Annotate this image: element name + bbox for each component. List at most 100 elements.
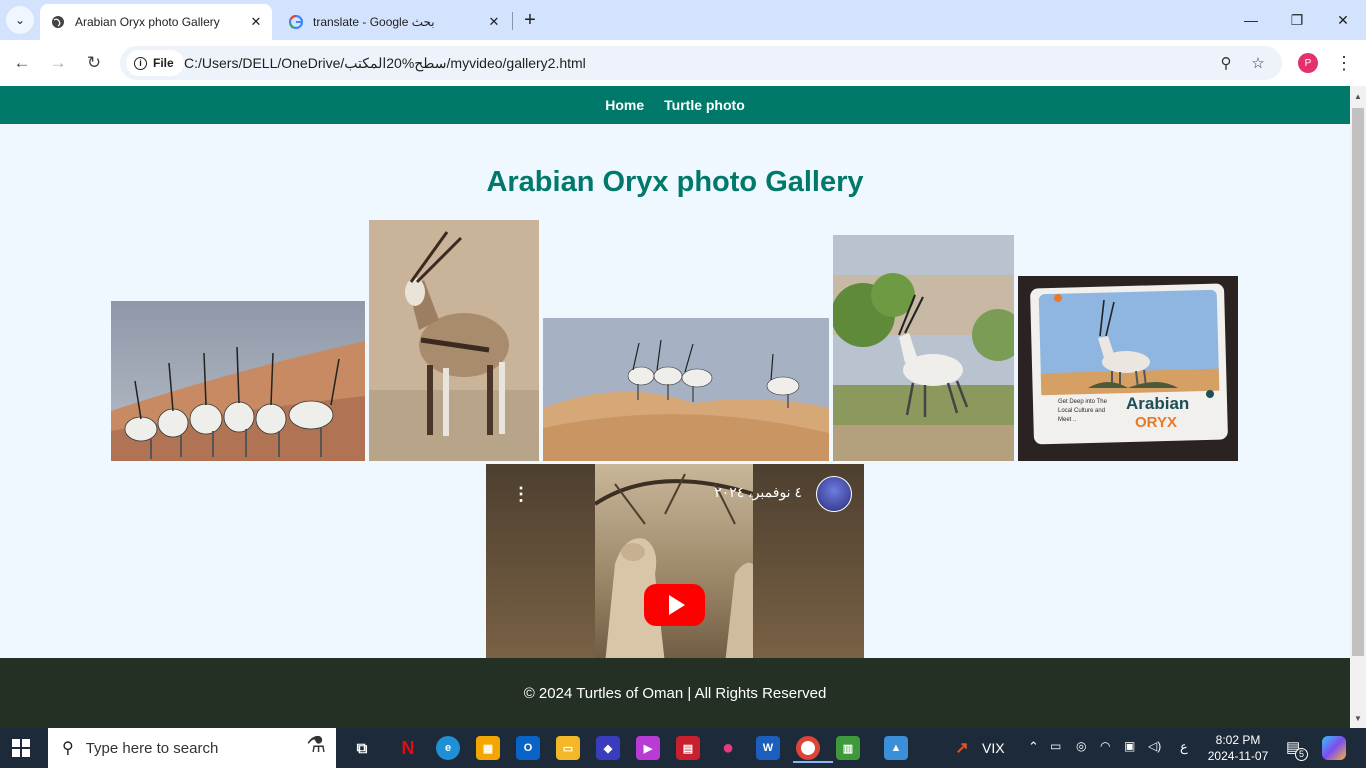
gallery-photo-herd[interactable] [111, 301, 365, 461]
volume-icon[interactable]: ◁) [1148, 739, 1161, 753]
windows-start-button[interactable] [12, 739, 30, 757]
info-icon: i [134, 56, 147, 70]
clock-date: 2024-11-07 [1207, 749, 1269, 763]
more-vertical-icon: ⋮ [1335, 52, 1353, 73]
language-indicator[interactable]: ع [1180, 739, 1188, 755]
search-placeholder: Type here to search [85, 739, 219, 757]
microsoft-store-icon[interactable]: ▦ [476, 736, 500, 760]
word-icon[interactable]: W [756, 736, 780, 760]
reload-icon: ↻ [86, 53, 102, 72]
tab-title: translate - Google بحث [313, 15, 435, 29]
science-flasks-icon: ⚗ [306, 732, 326, 757]
reload-button[interactable]: ↻ [78, 47, 110, 79]
gallery-photo-dunes[interactable] [543, 318, 829, 461]
card-caption-line: Meet .. [1058, 417, 1077, 423]
windows-taskbar: ⚲ Type here to search ⚗ ⧉ N e ▦ O ▭ ◆ ▶ … [0, 728, 1366, 768]
restore-button[interactable]: ❐ [1274, 0, 1320, 40]
chevron-down-icon: ⌄ [14, 13, 26, 27]
taskbar-clock[interactable]: 8:02 PM 2024-11-07 [1200, 732, 1276, 764]
globe-icon [50, 14, 66, 30]
plus-icon: + [524, 8, 536, 31]
video-title[interactable]: ٤ نوفمبر، ٢٠٢٤ [714, 484, 802, 501]
site-nav: Home Turtle photo [0, 86, 1350, 124]
profile-avatar[interactable]: P [1298, 53, 1318, 73]
taskbar-search[interactable]: ⚲ Type here to search ⚗ [48, 728, 336, 768]
close-window-button[interactable]: ✕ [1320, 0, 1366, 40]
play-button[interactable] [644, 584, 705, 626]
video-more-button[interactable]: ⋮ [512, 484, 530, 505]
card-caption-line: Local Culture and [1058, 408, 1106, 414]
notepad-chart-icon[interactable]: ▥ [836, 736, 860, 760]
meet-now-icon[interactable]: ◎ [1076, 739, 1086, 753]
vix-label[interactable]: VIX [982, 740, 1005, 756]
tab-title: Arabian Oryx photo Gallery [75, 15, 220, 29]
chrome-icon[interactable] [793, 736, 833, 763]
close-icon[interactable]: ✕ [484, 12, 504, 32]
footer-text: © 2024 Turtles of Oman | All Rights Rese… [523, 684, 827, 702]
bookmark-button[interactable]: ☆ [1246, 51, 1270, 75]
tray-chevron-up-icon[interactable]: ⌃ [1028, 739, 1039, 755]
back-button[interactable]: ← [6, 47, 38, 79]
scroll-thumb[interactable] [1352, 108, 1364, 656]
close-icon[interactable]: ✕ [246, 12, 266, 32]
winrar-icon[interactable]: ▤ [676, 736, 700, 760]
security-icon[interactable]: ▣ [1124, 739, 1135, 753]
minimize-button[interactable]: — [1228, 0, 1274, 40]
zoom-button[interactable]: ⚲ [1214, 51, 1238, 75]
nav-link-home[interactable]: Home [605, 97, 644, 113]
notification-count-badge: 5 [1295, 748, 1308, 761]
channel-avatar[interactable] [816, 476, 852, 512]
forward-button[interactable]: → [42, 47, 74, 79]
wifi-icon[interactable]: ◠ [1100, 739, 1110, 753]
youtube-embed[interactable]: ⋮ ٤ نوفمبر، ٢٠٢٤ [486, 464, 864, 664]
minimize-icon: — [1244, 12, 1258, 28]
scroll-up-icon[interactable]: ▲ [1350, 88, 1366, 104]
gallery-photo-oryx-card[interactable]: Get Deep into The Local Culture and Meet… [1018, 276, 1238, 461]
scroll-down-icon[interactable]: ▼ [1350, 710, 1366, 726]
arrow-right-icon: → [49, 53, 67, 72]
close-icon: ✕ [1337, 11, 1349, 28]
photos-icon[interactable]: ▲ [884, 736, 908, 760]
more-vertical-icon: ⋮ [512, 484, 530, 504]
task-view-icon[interactable]: ⧉ [350, 736, 374, 760]
netflix-icon[interactable]: N [396, 736, 420, 760]
file-explorer-icon[interactable]: ▭ [556, 736, 580, 760]
card-subheadline: ORYX [1135, 414, 1177, 431]
tab-divider [512, 12, 513, 30]
clipchamp-icon[interactable]: ▶ [636, 736, 660, 760]
tab-arabian-oryx[interactable]: Arabian Oryx photo Gallery ✕ [40, 4, 272, 40]
tab-google-translate[interactable]: translate - Google بحث ✕ [278, 4, 510, 40]
page-viewport: Home Turtle photo Arabian Oryx photo Gal… [0, 86, 1350, 728]
edge-icon[interactable]: e [436, 736, 460, 760]
google-icon [288, 14, 304, 30]
vix-chart-icon[interactable]: ↗ [950, 736, 974, 760]
gallery-photo-greenery[interactable] [833, 235, 1014, 461]
site-chip-label: File [153, 56, 174, 70]
browser-tab-strip: ⌄ Arabian Oryx photo Gallery ✕ translate… [0, 0, 1366, 40]
clock-time: 8:02 PM [1215, 733, 1261, 747]
nav-link-turtle-photo[interactable]: Turtle photo [664, 97, 745, 113]
card-caption: Get Deep into The Local Culture and Meet… [1058, 398, 1107, 425]
arrow-left-icon: ← [13, 53, 31, 72]
address-bar[interactable]: i File C:/Users/DELL/OneDrive/سطح%20المك… [120, 46, 1282, 80]
page-title: Arabian Oryx photo Gallery [486, 166, 864, 198]
browser-toolbar: ← → ↻ i File C:/Users/DELL/OneDrive/سطح%… [0, 40, 1366, 86]
card-caption-line: Get Deep into The [1058, 399, 1107, 405]
restore-icon: ❐ [1290, 11, 1304, 28]
battery-icon[interactable]: ▭ [1050, 739, 1061, 753]
page-scrollbar[interactable]: ▲ ▼ [1350, 86, 1366, 728]
copilot-icon[interactable]: ◆ [596, 736, 620, 760]
copilot-tray-icon[interactable] [1322, 736, 1346, 760]
tab-search-button[interactable]: ⌄ [6, 6, 34, 34]
site-info-chip[interactable]: i File [126, 50, 184, 76]
star-icon: ☆ [1251, 55, 1265, 72]
video-blur-left [486, 464, 595, 664]
paint-drop-icon[interactable]: ● [716, 736, 740, 760]
new-tab-button[interactable]: + [518, 8, 542, 32]
browser-menu-button[interactable]: ⋮ [1334, 51, 1354, 75]
url-text[interactable]: C:/Users/DELL/OneDrive/سطح%20المكتب/myvi… [184, 55, 586, 72]
outlook-icon[interactable]: O [516, 736, 540, 760]
gallery-photo-gemsbok[interactable] [369, 220, 539, 461]
site-footer: © 2024 Turtles of Oman | All Rights Rese… [0, 658, 1350, 728]
card-headline: Arabian [1126, 394, 1190, 413]
